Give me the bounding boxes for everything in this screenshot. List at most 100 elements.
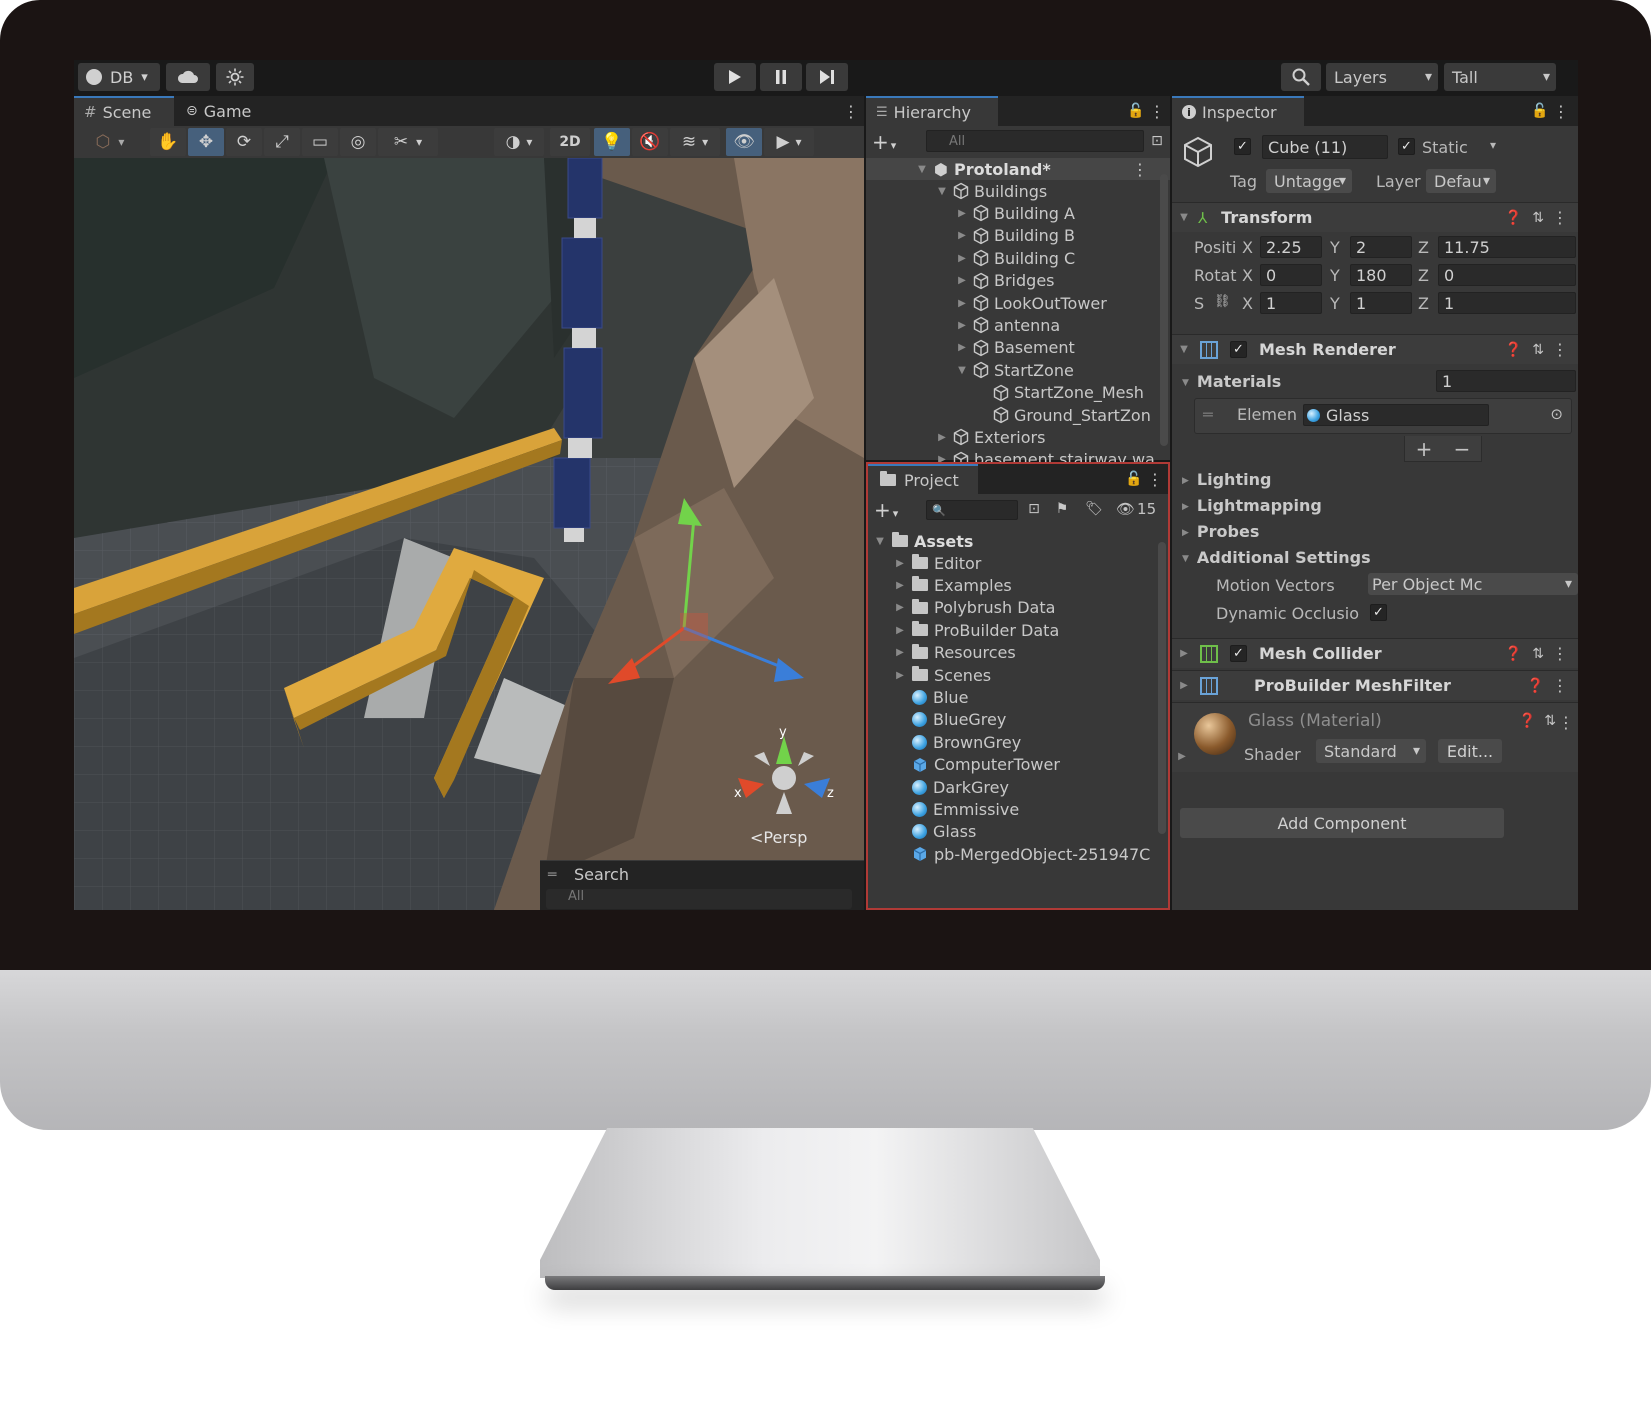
more-options-icon[interactable]: ⋮ — [1552, 340, 1568, 359]
rotate-tool-button[interactable]: ⟳ — [226, 128, 262, 156]
foldout-collapsed-icon[interactable]: ▶ — [956, 253, 968, 264]
lock-icon[interactable]: 🔓 — [1531, 100, 1548, 122]
foldout-collapsed-icon[interactable]: ▶ — [894, 625, 906, 636]
scale-tool-button[interactable]: ⤢ — [264, 128, 300, 156]
project-asset-item[interactable]: Emmissive — [866, 798, 1170, 820]
foldout-expanded-icon[interactable]: ▼ — [956, 365, 968, 376]
static-checkbox[interactable]: ✓ — [1398, 138, 1415, 155]
foldout-collapsed-icon[interactable]: ▶ — [956, 342, 968, 353]
camera-dropdown[interactable]: ▶ ▾ — [764, 128, 814, 156]
project-search-input[interactable]: 🔍 — [926, 500, 1018, 520]
search-overlay-input[interactable]: All — [546, 889, 852, 909]
step-button[interactable] — [806, 63, 848, 91]
custom-tool-dropdown[interactable]: ✂ ▾ — [378, 128, 438, 156]
scene-viewport[interactable]: y x z <Persp ═ Search All — [74, 158, 864, 910]
project-folder-item[interactable]: ▶ Resources — [866, 642, 1170, 664]
play-button[interactable] — [714, 63, 756, 91]
add-component-button[interactable]: Add Component — [1180, 808, 1504, 838]
project-asset-item[interactable]: pb-MergedObject-251947C — [866, 843, 1170, 865]
constrain-proportions-icon[interactable]: ⛓ — [1214, 294, 1231, 309]
help-icon[interactable]: ❓ — [1505, 210, 1522, 226]
create-button[interactable]: + ▾ — [872, 130, 902, 154]
toggle-2d-button[interactable]: 2D — [550, 128, 590, 156]
active-checkbox[interactable]: ✓ — [1234, 138, 1251, 155]
project-asset-item[interactable]: DarkGrey — [866, 776, 1170, 798]
rect-tool-button[interactable]: ▭ — [302, 128, 338, 156]
search-button[interactable] — [1281, 63, 1321, 91]
foldout-collapsed-icon[interactable]: ▶ — [894, 647, 906, 658]
shading-dropdown[interactable]: ◑ ▾ — [494, 128, 544, 156]
foldout-collapsed-icon[interactable]: ▶ — [936, 432, 948, 443]
foldout-collapsed-icon[interactable]: ▶ — [956, 275, 968, 286]
transform-z-field[interactable]: 11.75 — [1438, 236, 1576, 258]
foldout-collapsed-icon[interactable]: ▶ — [894, 670, 906, 681]
lightmapping-foldout[interactable]: Lightmapping — [1182, 496, 1322, 515]
search-by-type-icon[interactable]: ⊡ — [1022, 498, 1046, 520]
move-tool-button[interactable]: ✥ — [188, 128, 224, 156]
dynamic-occlusion-checkbox[interactable]: ✓ — [1370, 604, 1387, 621]
hierarchy-item[interactable]: Ground_StartZon — [866, 404, 1170, 426]
project-folder-item[interactable]: ▶ Editor — [866, 552, 1170, 574]
lighting-foldout[interactable]: Lighting — [1182, 470, 1272, 489]
project-asset-item[interactable]: BlueGrey — [866, 709, 1170, 731]
more-options-icon[interactable]: ⋮ — [1552, 208, 1568, 227]
additional-settings-foldout[interactable]: Additional Settings — [1182, 548, 1371, 567]
mesh-collider-header[interactable]: ▶ ✓ Mesh Collider ❓ ⇅ ⋮ — [1172, 638, 1578, 668]
scene-root-row[interactable]: ▼ ⬢ Protoland* ⋮ — [866, 158, 1170, 180]
visibility-toggle-button[interactable]: 👁 — [726, 128, 762, 156]
help-icon[interactable]: ❓ — [1505, 342, 1522, 358]
project-folder-item[interactable]: ▶ Examples — [866, 574, 1170, 596]
project-asset-item[interactable]: Glass — [866, 821, 1170, 843]
hierarchy-scrollbar[interactable] — [1160, 174, 1168, 446]
hierarchy-item[interactable]: ▼ Buildings — [866, 180, 1170, 202]
hidden-packages-toggle[interactable]: 👁 15 — [1116, 498, 1156, 520]
tab-project[interactable]: Project — [868, 464, 978, 494]
tab-inspector[interactable]: i Inspector — [1172, 96, 1304, 126]
projection-toggle[interactable]: <Persp — [750, 828, 807, 847]
transform-y-field[interactable]: 1 — [1350, 292, 1412, 314]
transform-x-field[interactable]: 0 — [1260, 264, 1322, 286]
drag-handle-icon[interactable]: ═ — [548, 867, 556, 883]
hierarchy-item[interactable]: StartZone_Mesh — [866, 382, 1170, 404]
create-asset-button[interactable]: + ▾ — [874, 498, 904, 522]
probes-foldout[interactable]: Probes — [1182, 522, 1259, 541]
shader-dropdown[interactable]: Standard — [1316, 739, 1426, 763]
effects-dropdown[interactable]: ≋ ▾ — [670, 128, 720, 156]
lock-icon[interactable]: 🔓 — [1127, 100, 1144, 122]
foldout-collapsed-icon[interactable]: ▶ — [894, 602, 906, 613]
assets-root-row[interactable]: ▼ Assets — [866, 530, 1170, 552]
transform-header[interactable]: ▼ ⅄ Transform ❓ ⇅ ⋮ — [1172, 202, 1578, 232]
foldout-collapsed-icon[interactable]: ▶ — [894, 580, 906, 591]
drag-handle-icon[interactable]: ═ — [1203, 405, 1213, 424]
help-icon[interactable]: ❓ — [1519, 713, 1536, 729]
probuilder-meshfilter-header[interactable]: ▶ ProBuilder MeshFilter ❓ ⋮ — [1172, 670, 1578, 700]
hierarchy-item[interactable]: ▶ Building B — [866, 225, 1170, 247]
transform-y-field[interactable]: 180 — [1350, 264, 1412, 286]
more-options-icon[interactable]: ⋮ — [1149, 100, 1165, 122]
tab-game[interactable]: ⊜ Game — [176, 96, 276, 126]
project-scrollbar[interactable] — [1158, 542, 1166, 834]
foldout-collapsed-icon[interactable]: ▶ — [956, 208, 968, 219]
object-picker-icon[interactable]: ⊙ — [1550, 405, 1563, 423]
hierarchy-item[interactable]: ▼ StartZone — [866, 359, 1170, 381]
transform-z-field[interactable]: 0 — [1438, 264, 1576, 286]
hierarchy-item[interactable]: ▶ LookOutTower — [866, 292, 1170, 314]
tab-scene[interactable]: # Scene — [74, 96, 174, 126]
search-filter-icon[interactable]: ⊡ — [1148, 130, 1166, 152]
lock-icon[interactable]: 🔓 — [1125, 468, 1142, 490]
draw-mode-dropdown[interactable]: ⬡ ▾ — [80, 128, 140, 156]
materials-foldout[interactable]: Materials — [1182, 372, 1281, 391]
project-folder-item[interactable]: ▶ ProBuilder Data — [866, 619, 1170, 641]
transform-z-field[interactable]: 1 — [1438, 292, 1576, 314]
hierarchy-item[interactable]: ▶ Building A — [866, 202, 1170, 224]
motion-vectors-dropdown[interactable]: Per Object Mc — [1368, 573, 1578, 595]
hand-tool-button[interactable]: ✋ — [150, 128, 186, 156]
help-icon[interactable]: ❓ — [1505, 646, 1522, 662]
tag-icon[interactable]: 🏷 — [1082, 498, 1106, 520]
audio-toggle-button[interactable]: 🔇 — [632, 128, 668, 156]
more-options-icon[interactable]: ⋮ — [1132, 160, 1148, 179]
preset-icon[interactable]: ⇅ — [1532, 646, 1544, 662]
project-asset-item[interactable]: Blue — [866, 686, 1170, 708]
project-asset-item[interactable]: ComputerTower — [866, 754, 1170, 776]
more-options-icon[interactable]: ⋮ — [1552, 644, 1568, 663]
